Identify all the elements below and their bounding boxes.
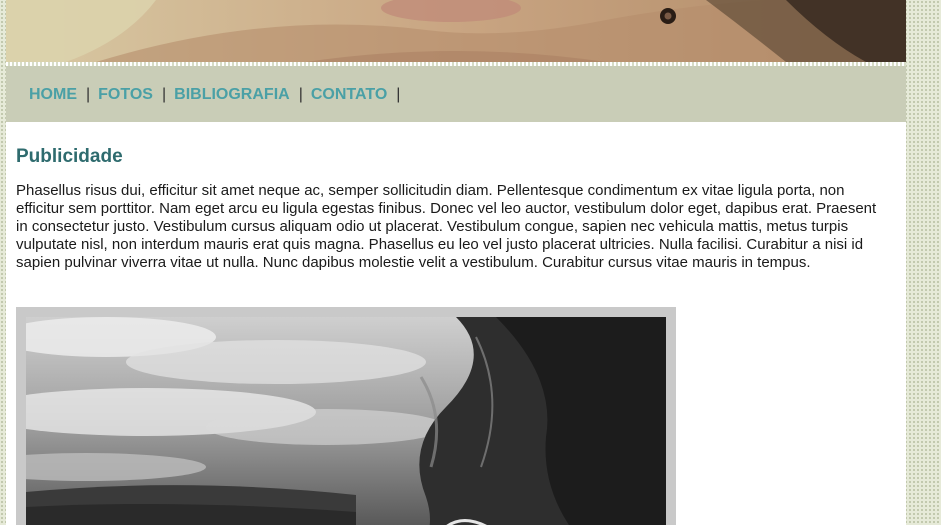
nav-link-bibliografia[interactable]: BIBLIOGRAFIA: [174, 86, 290, 103]
nav-separator: |: [86, 86, 91, 103]
nav-menu: HOME | FOTOS | BIBLIOGRAFIA | CONTATO |: [29, 86, 408, 104]
featured-photo-graphic: [26, 317, 666, 525]
nav-link-contato[interactable]: CONTATO: [311, 86, 387, 103]
nav-separator: |: [298, 86, 303, 103]
nav-link-home[interactable]: HOME: [29, 86, 77, 103]
body-paragraph: Phasellus risus dui, efficitur sit amet …: [16, 182, 877, 271]
featured-photo: [26, 317, 666, 525]
banner-portrait-graphic: [6, 0, 906, 62]
page-title: Publicidade: [16, 146, 123, 167]
nav-link-fotos[interactable]: FOTOS: [98, 86, 153, 103]
photo-frame: [16, 307, 676, 525]
page-container: HOME | FOTOS | BIBLIOGRAFIA | CONTATO | Publici…: [6, 0, 906, 525]
main-navigation: HOME | FOTOS | BIBLIOGRAFIA | CONTATO |: [6, 66, 906, 122]
nav-separator: |: [161, 86, 167, 103]
header-banner-image: [6, 0, 906, 62]
nav-separator: |: [396, 86, 401, 103]
